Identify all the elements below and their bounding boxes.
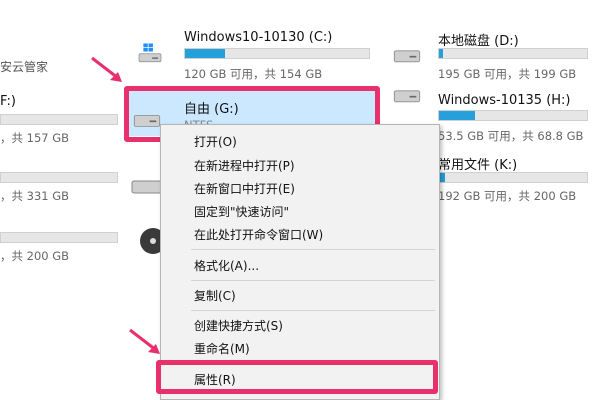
drive-k-name: 常用文件 (K:) [438, 158, 518, 173]
menu-item-open-new-process[interactable]: 在新进程中打开(P) [194, 157, 295, 174]
drive-h-name: Windows-10135 (H:) [438, 93, 571, 108]
menu-item-format[interactable]: 格式化(A)... [194, 257, 259, 274]
menu-item-pin-quick-access[interactable]: 固定到"快速访问" [194, 203, 289, 220]
drive-h-space: 53.5 GB 可用，共 68.8 GB [438, 129, 584, 143]
drive-k-space: 192 GB 可用，共 200 GB [438, 189, 577, 203]
drive-d-name: 本地磁盘 (D:) [438, 34, 519, 49]
drive-c[interactable]: Windows10-10130 (C:) 120 GB 可用，共 154 GB [130, 28, 380, 84]
drive-c-name: Windows10-10130 (C:) [184, 30, 333, 45]
menu-separator [191, 310, 435, 311]
hidden-drive-icon [131, 180, 163, 194]
left-drive-3-usage-bar [0, 232, 118, 243]
left-drive-2-space: ，共 331 GB [0, 189, 70, 203]
left-drive-1-space: ，共 157 GB [0, 131, 70, 145]
drive-d-usage-bar [438, 48, 588, 59]
menu-item-create-shortcut[interactable]: 创建快捷方式(S) [194, 317, 283, 334]
left-drive-3-space: ，共 200 GB [0, 249, 70, 263]
drive-k-usage-bar [438, 172, 588, 183]
left-app-label: 安云管家 [0, 60, 49, 74]
menu-item-open[interactable]: 打开(O) [194, 133, 237, 150]
left-drive-2-usage-bar [0, 172, 118, 183]
menu-item-copy[interactable]: 复制(C) [194, 287, 236, 304]
menu-item-open-cmd-here[interactable]: 在此处打开命令窗口(W) [194, 226, 323, 243]
left-drive-1-usage-bar [0, 114, 118, 125]
drive-d[interactable]: 本地磁盘 (D:) 195 GB 可用，共 199 GB [390, 28, 600, 84]
properties-highlight-box [156, 360, 438, 394]
hard-drive-icon [393, 50, 421, 63]
menu-item-rename[interactable]: 重命名(M) [194, 340, 250, 357]
left-drive-name[interactable]: F:) [0, 94, 16, 109]
menu-separator [191, 280, 435, 281]
drive-c-space: 120 GB 可用，共 154 GB [184, 67, 323, 81]
menu-item-open-new-window[interactable]: 在新窗口中打开(E) [194, 180, 295, 197]
hard-drive-icon [393, 90, 421, 103]
context-menu: 打开(O) 在新进程中打开(P) 在新窗口中打开(E) 固定到"快速访问" 在此… [160, 124, 440, 400]
drive-c-usage-bar [184, 48, 370, 59]
windows-drive-icon [138, 43, 162, 63]
drive-h-usage-bar [438, 110, 588, 121]
drive-d-space: 195 GB 可用，共 199 GB [438, 67, 577, 81]
pointer-arrow-icon [91, 56, 122, 82]
menu-separator [191, 249, 435, 250]
